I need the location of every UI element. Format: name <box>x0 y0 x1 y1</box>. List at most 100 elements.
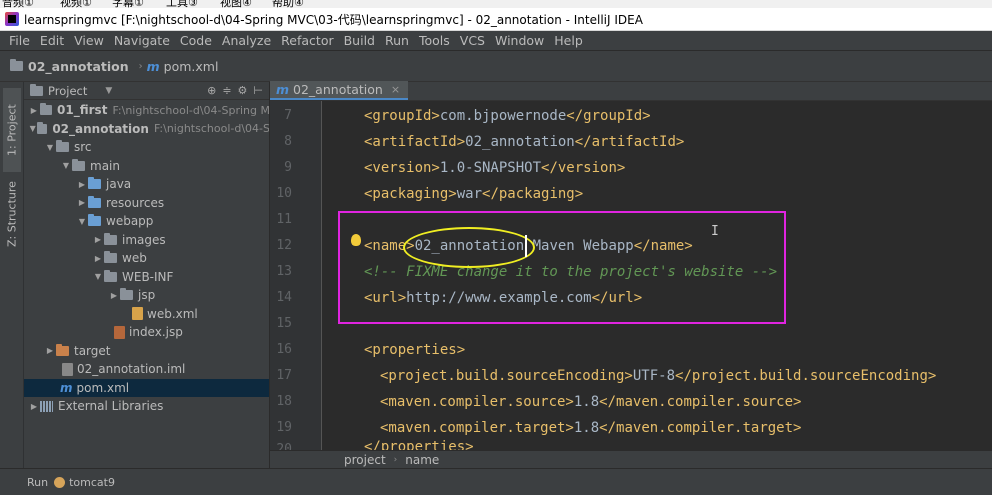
line-number: 14 <box>276 290 292 305</box>
line-number-gutter: 7 8 9 10 11 12 13 14 15 16 17 18 19 20 <box>270 101 361 450</box>
breadcrumb-name[interactable]: name <box>405 453 439 467</box>
menu-edit[interactable]: Edit <box>35 33 69 48</box>
tree-item-index-jsp[interactable]: index.jsp <box>24 323 269 342</box>
tree-item-pom-xml[interactable]: m pom.xml <box>24 378 269 397</box>
tree-item-images[interactable]: ▶ images <box>24 231 269 250</box>
folder-icon <box>104 232 117 245</box>
intellij-logo-icon <box>5 12 19 26</box>
editor-tab-pom[interactable]: m 02_annotation × <box>270 81 409 100</box>
maven-file-icon: m <box>146 58 160 74</box>
resources-folder-icon <box>88 195 101 208</box>
expand-arrow-icon[interactable]: ▶ <box>76 180 88 189</box>
code-line-17: <project.build.sourceEncoding>UTF-8</pro… <box>380 368 937 384</box>
excluded-folder-icon <box>56 343 69 356</box>
overlay-menu-help: 帮助④ <box>272 0 304 8</box>
folder-icon <box>10 59 23 71</box>
line-number: 12 <box>276 238 292 253</box>
tree-item-external-libraries[interactable]: ▶ External Libraries <box>24 397 269 416</box>
folder-icon <box>120 288 133 301</box>
xml-file-icon <box>132 307 143 321</box>
line-number: 17 <box>276 368 292 383</box>
overlay-menu-strip: 音频① 视频① 字幕① 工具③ 视图④ 帮助④ <box>0 0 992 8</box>
tree-item-jsp[interactable]: ▶ jsp <box>24 286 269 305</box>
run-label[interactable]: Run <box>27 476 48 489</box>
code-line-14: <url>http://www.example.com</url> <box>364 290 643 306</box>
web-folder-icon <box>88 214 101 227</box>
tool-tab-project[interactable]: 1: Project <box>3 88 21 172</box>
code-line-8: <artifactId>02_annotation</artifactId> <box>364 134 685 150</box>
tomcat-icon <box>54 476 66 488</box>
breadcrumb-project[interactable]: project <box>344 453 386 467</box>
menu-build[interactable]: Build <box>339 33 380 48</box>
collapse-arrow-icon[interactable]: ▼ <box>28 124 37 133</box>
overlay-menu-video: 视频① <box>60 0 92 8</box>
expand-arrow-icon[interactable]: ▶ <box>44 346 56 355</box>
project-panel-header: Project ▼ ⊕ ≑ ⚙ ⊢ <box>24 82 269 100</box>
overlay-menu-view: 视图④ <box>220 0 252 8</box>
navigation-bar: 02_annotation › m pom.xml <box>0 51 992 82</box>
tree-item-web-inf[interactable]: ▼ WEB-INF <box>24 268 269 287</box>
menu-run[interactable]: Run <box>380 33 414 48</box>
menu-refactor[interactable]: Refactor <box>276 33 338 48</box>
expand-arrow-icon[interactable]: ▶ <box>92 254 104 263</box>
expand-arrow-icon[interactable]: ▶ <box>28 106 40 115</box>
tree-item-main[interactable]: ▼ main <box>24 157 269 176</box>
library-icon <box>40 400 53 412</box>
locate-target-icon[interactable]: ⊕ <box>207 84 216 97</box>
close-icon[interactable]: × <box>391 83 400 96</box>
editor-tab-bar: m 02_annotation × <box>270 81 992 101</box>
menu-vcs[interactable]: VCS <box>455 33 490 48</box>
tree-item-01-first[interactable]: ▶ 01_first F:\nightschool-d\04-Spring M <box>24 101 269 120</box>
run-config-tab[interactable]: tomcat9 <box>69 476 115 489</box>
line-number: 15 <box>276 316 292 331</box>
expand-arrow-icon[interactable]: ▶ <box>76 198 88 207</box>
expand-arrow-icon[interactable]: ▶ <box>92 235 104 244</box>
menu-window[interactable]: Window <box>490 33 549 48</box>
gear-icon[interactable]: ⚙ <box>238 84 248 97</box>
project-view-selector[interactable]: Project ▼ <box>30 83 112 98</box>
menu-view[interactable]: View <box>69 33 109 48</box>
collapse-arrow-icon[interactable]: ▼ <box>92 272 104 281</box>
hide-panel-icon[interactable]: ⊢ <box>253 84 263 97</box>
source-folder-icon <box>88 177 101 190</box>
tree-item-02-annotation[interactable]: ▼ 02_annotation F:\nightschool-d\04-S <box>24 120 269 139</box>
line-number: 11 <box>276 212 292 227</box>
nav-crumb-project[interactable]: 02_annotation <box>10 59 129 74</box>
collapse-arrow-icon[interactable]: ▼ <box>76 217 88 226</box>
tool-tab-structure[interactable]: Z: Structure <box>3 174 21 254</box>
menu-analyze[interactable]: Analyze <box>217 33 276 48</box>
expand-arrow-icon[interactable]: ▶ <box>28 402 40 411</box>
menu-tools[interactable]: Tools <box>414 33 455 48</box>
collapse-all-icon[interactable]: ≑ <box>222 84 231 97</box>
menu-help[interactable]: Help <box>549 33 588 48</box>
line-number: 13 <box>276 264 292 279</box>
tree-item-target[interactable]: ▶ target <box>24 342 269 361</box>
tree-item-webapp[interactable]: ▼ webapp <box>24 212 269 231</box>
tree-item-src[interactable]: ▼ src <box>24 138 269 157</box>
nav-crumb-file[interactable]: m pom.xml <box>147 59 219 74</box>
editor-breadcrumb: project › name <box>270 450 992 468</box>
code-area[interactable]: <groupId>com.bjpowernode</groupId> <arti… <box>326 101 992 450</box>
line-number: 7 <box>284 108 292 123</box>
menu-navigate[interactable]: Navigate <box>109 33 175 48</box>
project-tool-window: Project ▼ ⊕ ≑ ⚙ ⊢ ▶ 01_first F:\nightsch… <box>24 82 270 468</box>
tree-item-web-xml[interactable]: web.xml <box>24 305 269 324</box>
run-tool-bar: Run tomcat9 <box>0 468 992 495</box>
code-editor: m 02_annotation × 7 8 9 10 11 12 13 14 1… <box>270 81 992 450</box>
tree-item-resources[interactable]: ▶ resources <box>24 194 269 213</box>
jsp-file-icon <box>114 325 125 339</box>
expand-arrow-icon[interactable]: ▶ <box>108 291 120 300</box>
tree-item-java[interactable]: ▶ java <box>24 175 269 194</box>
folder-icon <box>104 269 117 282</box>
tree-item-web[interactable]: ▶ web <box>24 249 269 268</box>
collapse-arrow-icon[interactable]: ▼ <box>44 143 56 152</box>
overlay-menu-audio: 音频① <box>2 0 34 8</box>
tree-item-02-annotation-iml[interactable]: 02_annotation.iml <box>24 360 269 379</box>
chevron-right-icon: › <box>138 60 143 72</box>
menu-file[interactable]: File <box>4 33 35 48</box>
menu-bar: File Edit View Navigate Code Analyze Ref… <box>0 31 992 51</box>
code-line-16: <properties> <box>364 342 466 358</box>
collapse-arrow-icon[interactable]: ▼ <box>60 161 72 170</box>
menu-code[interactable]: Code <box>175 33 217 48</box>
code-line-10: <packaging>war</packaging> <box>364 186 584 202</box>
